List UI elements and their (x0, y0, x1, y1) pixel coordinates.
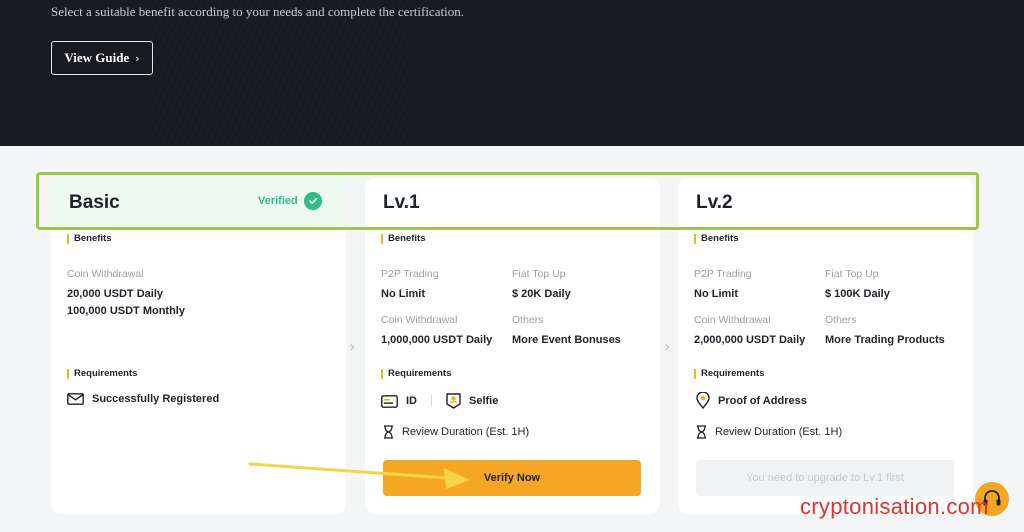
requirements-heading: Requirements (67, 369, 137, 379)
benefit-value: More Trading Products (825, 334, 945, 346)
hourglass-icon (384, 425, 393, 439)
location-pin-icon (696, 392, 710, 409)
id-card-icon (381, 394, 398, 408)
benefit-value: 100,000 USDT Monthly (67, 305, 185, 317)
requirement-item: Successfully Registered (67, 393, 219, 405)
benefit-label: Fiat Top Up (825, 268, 879, 280)
benefit-value: $ 20K Daily (512, 288, 571, 300)
benefit-label: Others (825, 314, 857, 326)
benefit-label: Coin Withdrawal (381, 314, 458, 326)
benefit-value: No Limit (381, 288, 425, 300)
chevron-right-icon: › (664, 337, 671, 356)
benefit-label: P2P Trading (694, 268, 752, 280)
view-guide-button[interactable]: View Guide › (51, 41, 153, 75)
benefit-label: Coin Withdrawal (67, 268, 144, 280)
hero-banner: Select a suitable benefit according to y… (0, 0, 1024, 146)
chevron-right-icon: › (349, 337, 356, 356)
hero-subtitle: Select a suitable benefit according to y… (51, 4, 464, 19)
hero-decoration (150, 0, 410, 146)
benefit-value: No Limit (694, 288, 738, 300)
benefit-value: More Event Bonuses (512, 334, 621, 346)
review-duration-label: Review Duration (Est. 1H) (715, 426, 843, 438)
requirements-heading: Requirements (694, 369, 764, 379)
benefit-value: 1,000,000 USDT Daily (381, 334, 493, 346)
benefit-label: Coin Withdrawal (694, 314, 771, 326)
benefit-value: 2,000,000 USDT Daily (694, 334, 806, 346)
divider (431, 395, 432, 407)
benefit-label: Fiat Top Up (512, 268, 566, 280)
requirement-label: ID (406, 395, 417, 407)
highlight-box (36, 172, 979, 230)
envelope-icon (67, 393, 84, 405)
annotation-arrow-icon (248, 462, 470, 489)
benefits-heading: Benefits (694, 234, 738, 244)
hourglass-icon (697, 425, 706, 439)
review-duration-label: Review Duration (Est. 1H) (402, 426, 530, 438)
benefit-label: Others (512, 314, 544, 326)
requirements-heading: Requirements (381, 369, 451, 379)
review-duration: Review Duration (Est. 1H) (696, 425, 842, 439)
benefit-label: P2P Trading (381, 268, 439, 280)
benefits-heading: Benefits (67, 234, 111, 244)
benefits-heading: Benefits (381, 234, 425, 244)
benefit-value: 20,000 USDT Daily (67, 288, 163, 300)
requirement-label: Selfie (469, 395, 499, 407)
chevron-right-icon: › (135, 51, 140, 65)
view-guide-label: View Guide (64, 50, 130, 65)
watermark: cryptonisation.com (800, 494, 989, 519)
requirement-label: Proof of Address (718, 394, 807, 407)
requirement-label: Successfully Registered (92, 393, 220, 405)
requirement-list: ID Selfie (381, 393, 498, 409)
upgrade-required-button[interactable]: You need to upgrade to Lv.1 first (696, 460, 954, 496)
review-duration: Review Duration (Est. 1H) (383, 425, 529, 439)
benefit-value: $ 100K Daily (825, 288, 890, 300)
requirement-item: Proof of Address (696, 392, 807, 409)
selfie-icon (446, 393, 461, 409)
